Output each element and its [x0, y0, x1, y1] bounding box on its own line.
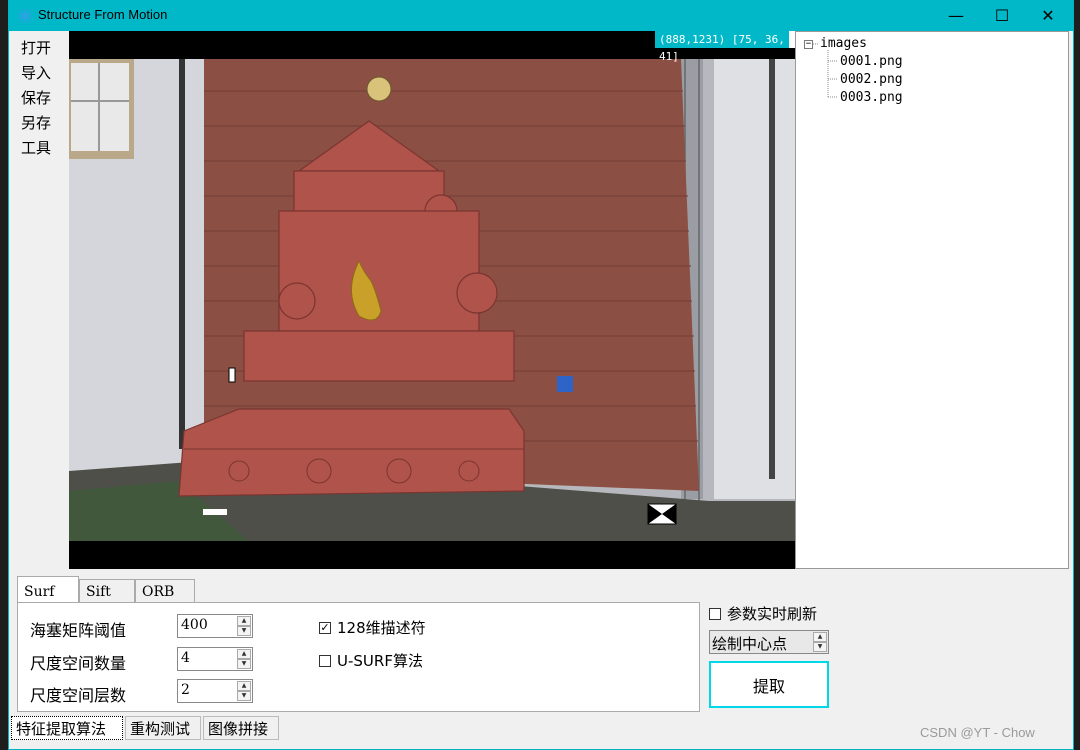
checkbox-unchecked-icon[interactable]: [319, 654, 331, 667]
hessian-value: 400: [181, 617, 208, 633]
spin-up-icon[interactable]: ▲: [237, 681, 251, 691]
surf-params-panel: 海塞矩阵阈值 400 ▲ ▼ 尺度空间数量 4 ▲ ▼ 尺度空间层数 2 ▲ ▼ ✓ …: [17, 602, 700, 712]
tree-item-file[interactable]: 0003.png: [840, 90, 903, 105]
extended-label: 128维描述符: [337, 619, 426, 637]
watermark: CSDN @YT - Chow: [920, 725, 1035, 740]
menu-import[interactable]: 导入: [21, 62, 51, 83]
tree-item-file[interactable]: 0002.png: [840, 72, 903, 87]
tree-item-file[interactable]: 0001.png: [840, 54, 903, 69]
checkbox-checked-icon[interactable]: ✓: [319, 621, 331, 634]
tab-feature-extraction[interactable]: 特征提取算法: [11, 716, 123, 740]
realtime-refresh-checkbox[interactable]: 参数实时刷新: [709, 603, 817, 624]
spin-down-icon[interactable]: ▼: [237, 626, 251, 636]
window-title: Structure From Motion: [38, 7, 168, 22]
tab-image-stitching[interactable]: 图像拼接: [203, 716, 279, 740]
spin-down-icon[interactable]: ▼: [813, 642, 827, 652]
draw-mode-select[interactable]: 绘制中心点 ▲ ▼: [709, 630, 829, 654]
octaves-value: 4: [181, 650, 190, 666]
image-viewer[interactable]: (888,1231) [75, 36, 41]: [69, 31, 795, 569]
octaves-spinbox[interactable]: 4 ▲ ▼: [177, 647, 253, 671]
tab-orb[interactable]: ORB: [135, 579, 195, 603]
title-bar[interactable]: Structure From Motion — ☐ ✕: [9, 0, 1073, 31]
tree-root-images[interactable]: images: [820, 36, 867, 51]
tab-reconstruction-test[interactable]: 重构测试: [125, 716, 201, 740]
realtime-refresh-label: 参数实时刷新: [727, 605, 818, 623]
hessian-spinbox[interactable]: 400 ▲ ▼: [177, 614, 253, 638]
draw-mode-value: 绘制中心点: [712, 635, 788, 653]
layers-value: 2: [181, 682, 190, 698]
tab-sift[interactable]: Sift: [79, 579, 135, 603]
side-menu: 打开 导入 保存 另存 工具: [9, 31, 69, 571]
file-tree[interactable]: − images 0001.png 0002.png 0003.png: [795, 31, 1069, 569]
app-icon: [17, 9, 33, 23]
control-panel: Surf Sift ORB 海塞矩阵阈值 400 ▲ ▼ 尺度空间数量 4 ▲ ▼ …: [9, 571, 1073, 749]
octaves-label: 尺度空间数量: [30, 654, 127, 673]
menu-tools[interactable]: 工具: [21, 137, 51, 158]
spin-up-icon[interactable]: ▲: [237, 649, 251, 659]
menu-save[interactable]: 保存: [21, 87, 51, 108]
spin-up-icon[interactable]: ▲: [813, 632, 827, 642]
close-button[interactable]: ✕: [1025, 0, 1071, 31]
upright-checkbox[interactable]: U-SURF算法: [319, 650, 423, 671]
pixel-readout: (888,1231) [75, 36, 41]: [655, 31, 795, 63]
extract-button[interactable]: 提取: [709, 661, 829, 708]
minimize-button[interactable]: —: [933, 0, 979, 31]
spin-up-icon[interactable]: ▲: [237, 616, 251, 626]
extended-checkbox[interactable]: ✓ 128维描述符: [319, 617, 426, 638]
upright-label: U-SURF算法: [337, 652, 423, 670]
maximize-button[interactable]: ☐: [979, 0, 1025, 31]
checkbox-unchecked-icon[interactable]: [709, 607, 721, 620]
menu-save-as[interactable]: 另存: [21, 112, 51, 133]
hessian-label: 海塞矩阵阈值: [30, 621, 127, 640]
spin-down-icon[interactable]: ▼: [237, 691, 251, 701]
menu-open[interactable]: 打开: [21, 37, 51, 58]
fountain-photo: [69, 31, 795, 569]
main-window: Structure From Motion — ☐ ✕ 打开 导入 保存 另存 …: [8, 0, 1074, 750]
tab-surf[interactable]: Surf: [17, 576, 79, 603]
layers-label: 尺度空间层数: [30, 686, 127, 705]
spin-down-icon[interactable]: ▼: [237, 659, 251, 669]
layers-spinbox[interactable]: 2 ▲ ▼: [177, 679, 253, 703]
